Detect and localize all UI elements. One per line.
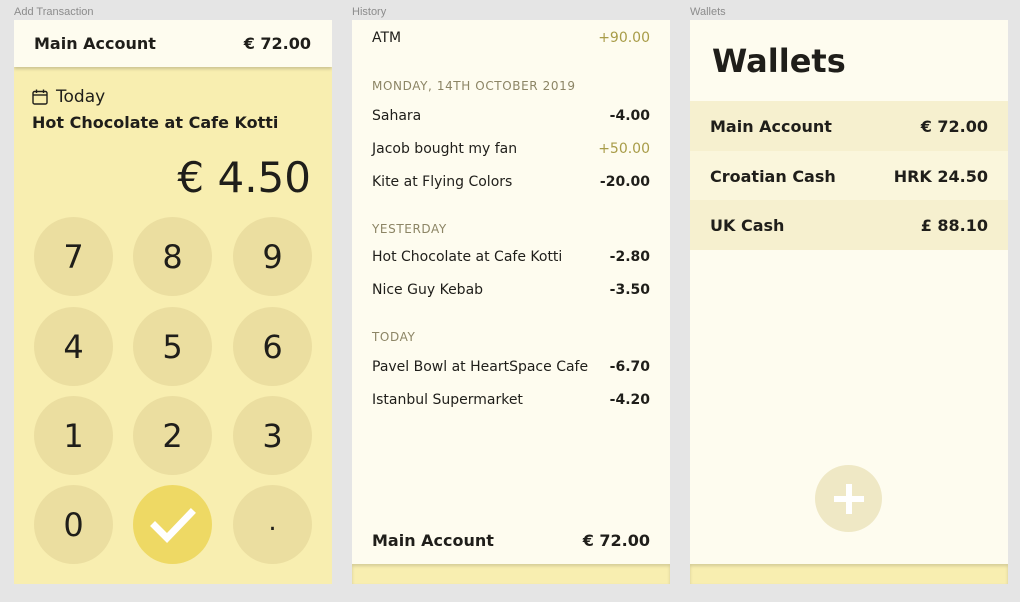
transaction-label: Jacob bought my fan bbox=[372, 141, 518, 157]
date-label: Today bbox=[56, 87, 106, 107]
transaction-amount: -20.00 bbox=[599, 174, 650, 190]
add-transaction-screen: Main Account € 72.00 Today Hot Chocolate… bbox=[14, 20, 332, 584]
key-4[interactable]: 4 bbox=[34, 307, 113, 386]
account-selector[interactable]: Main Account € 72.00 bbox=[14, 20, 332, 67]
wallet-name: Main Account bbox=[710, 116, 832, 136]
key-5[interactable]: 5 bbox=[133, 307, 212, 386]
list-item[interactable]: Sahara -4.00 bbox=[372, 108, 650, 124]
wallet-balance: £ 88.10 bbox=[920, 215, 988, 235]
history-screen: ATM +90.00 MONDAY, 14TH OCTOBER 2019 Sah… bbox=[352, 20, 670, 584]
transaction-amount: +50.00 bbox=[598, 141, 650, 157]
transaction-amount: -3.50 bbox=[609, 282, 650, 298]
history-account-footer[interactable]: Main Account € 72.00 bbox=[352, 517, 670, 564]
frame-label-wallets: Wallets bbox=[690, 6, 726, 18]
list-item[interactable]: Jacob bought my fan +50.00 bbox=[372, 141, 650, 157]
date-heading: MONDAY, 14TH OCTOBER 2019 bbox=[372, 79, 576, 93]
add-wallet-button[interactable] bbox=[815, 465, 882, 532]
transaction-amount: -4.00 bbox=[609, 108, 650, 124]
list-item[interactable]: Nice Guy Kebab -3.50 bbox=[372, 282, 650, 298]
transaction-amount: € 4.50 bbox=[177, 153, 311, 202]
plus-icon bbox=[833, 483, 864, 514]
frame-label-history: History bbox=[352, 6, 387, 18]
footer-account-balance: € 72.00 bbox=[582, 531, 650, 550]
transaction-amount: +90.00 bbox=[598, 30, 650, 46]
list-item[interactable]: Kite at Flying Colors -20.00 bbox=[372, 174, 650, 190]
footer-account-name: Main Account bbox=[372, 531, 494, 550]
transaction-amount: -6.70 bbox=[609, 359, 650, 375]
wallet-item[interactable]: Main Account € 72.00 bbox=[690, 101, 1008, 151]
footer-accent-strip bbox=[690, 564, 1008, 584]
key-decimal[interactable]: . bbox=[233, 485, 312, 564]
transaction-label: Hot Chocolate at Cafe Kotti bbox=[372, 249, 563, 265]
transaction-label: Pavel Bowl at HeartSpace Cafe bbox=[372, 359, 589, 375]
confirm-button[interactable] bbox=[133, 485, 212, 564]
key-2[interactable]: 2 bbox=[133, 396, 212, 475]
transaction-amount: -2.80 bbox=[609, 249, 650, 265]
date-selector[interactable]: Today bbox=[32, 87, 105, 107]
list-item[interactable]: Istanbul Supermarket -4.20 bbox=[372, 392, 650, 408]
transaction-label: Sahara bbox=[372, 108, 422, 124]
key-7[interactable]: 7 bbox=[34, 217, 113, 296]
transaction-label: Istanbul Supermarket bbox=[372, 392, 523, 408]
transaction-description[interactable]: Hot Chocolate at Cafe Kotti bbox=[32, 113, 278, 132]
calendar-icon bbox=[32, 89, 48, 105]
date-heading: TODAY bbox=[372, 330, 416, 344]
key-0[interactable]: 0 bbox=[34, 485, 113, 564]
wallet-name: Croatian Cash bbox=[710, 166, 836, 186]
frame-label-add-transaction: Add Transaction bbox=[14, 6, 94, 18]
date-heading: YESTERDAY bbox=[372, 222, 447, 236]
wallet-balance: HRK 24.50 bbox=[893, 166, 988, 186]
wallet-item[interactable]: UK Cash £ 88.10 bbox=[690, 200, 1008, 250]
transaction-label: ATM bbox=[372, 30, 402, 46]
check-icon bbox=[149, 507, 196, 543]
key-1[interactable]: 1 bbox=[34, 396, 113, 475]
key-9[interactable]: 9 bbox=[233, 217, 312, 296]
wallet-item[interactable]: Croatian Cash HRK 24.50 bbox=[690, 151, 1008, 201]
wallet-balance: € 72.00 bbox=[920, 116, 988, 136]
account-name: Main Account bbox=[34, 34, 156, 53]
key-6[interactable]: 6 bbox=[233, 307, 312, 386]
list-item[interactable]: ATM +90.00 bbox=[372, 30, 650, 46]
wallet-name: UK Cash bbox=[710, 215, 785, 235]
page-title: Wallets bbox=[712, 42, 846, 80]
key-3[interactable]: 3 bbox=[233, 396, 312, 475]
transaction-amount: -4.20 bbox=[609, 392, 650, 408]
list-item[interactable]: Hot Chocolate at Cafe Kotti -2.80 bbox=[372, 249, 650, 265]
key-8[interactable]: 8 bbox=[133, 217, 212, 296]
footer-accent-strip bbox=[352, 564, 670, 584]
transaction-label: Nice Guy Kebab bbox=[372, 282, 484, 298]
transaction-label: Kite at Flying Colors bbox=[372, 174, 513, 190]
account-balance: € 72.00 bbox=[243, 34, 311, 53]
wallets-screen: Wallets Main Account € 72.00 Croatian Ca… bbox=[690, 20, 1008, 584]
list-item[interactable]: Pavel Bowl at HeartSpace Cafe -6.70 bbox=[372, 359, 650, 375]
